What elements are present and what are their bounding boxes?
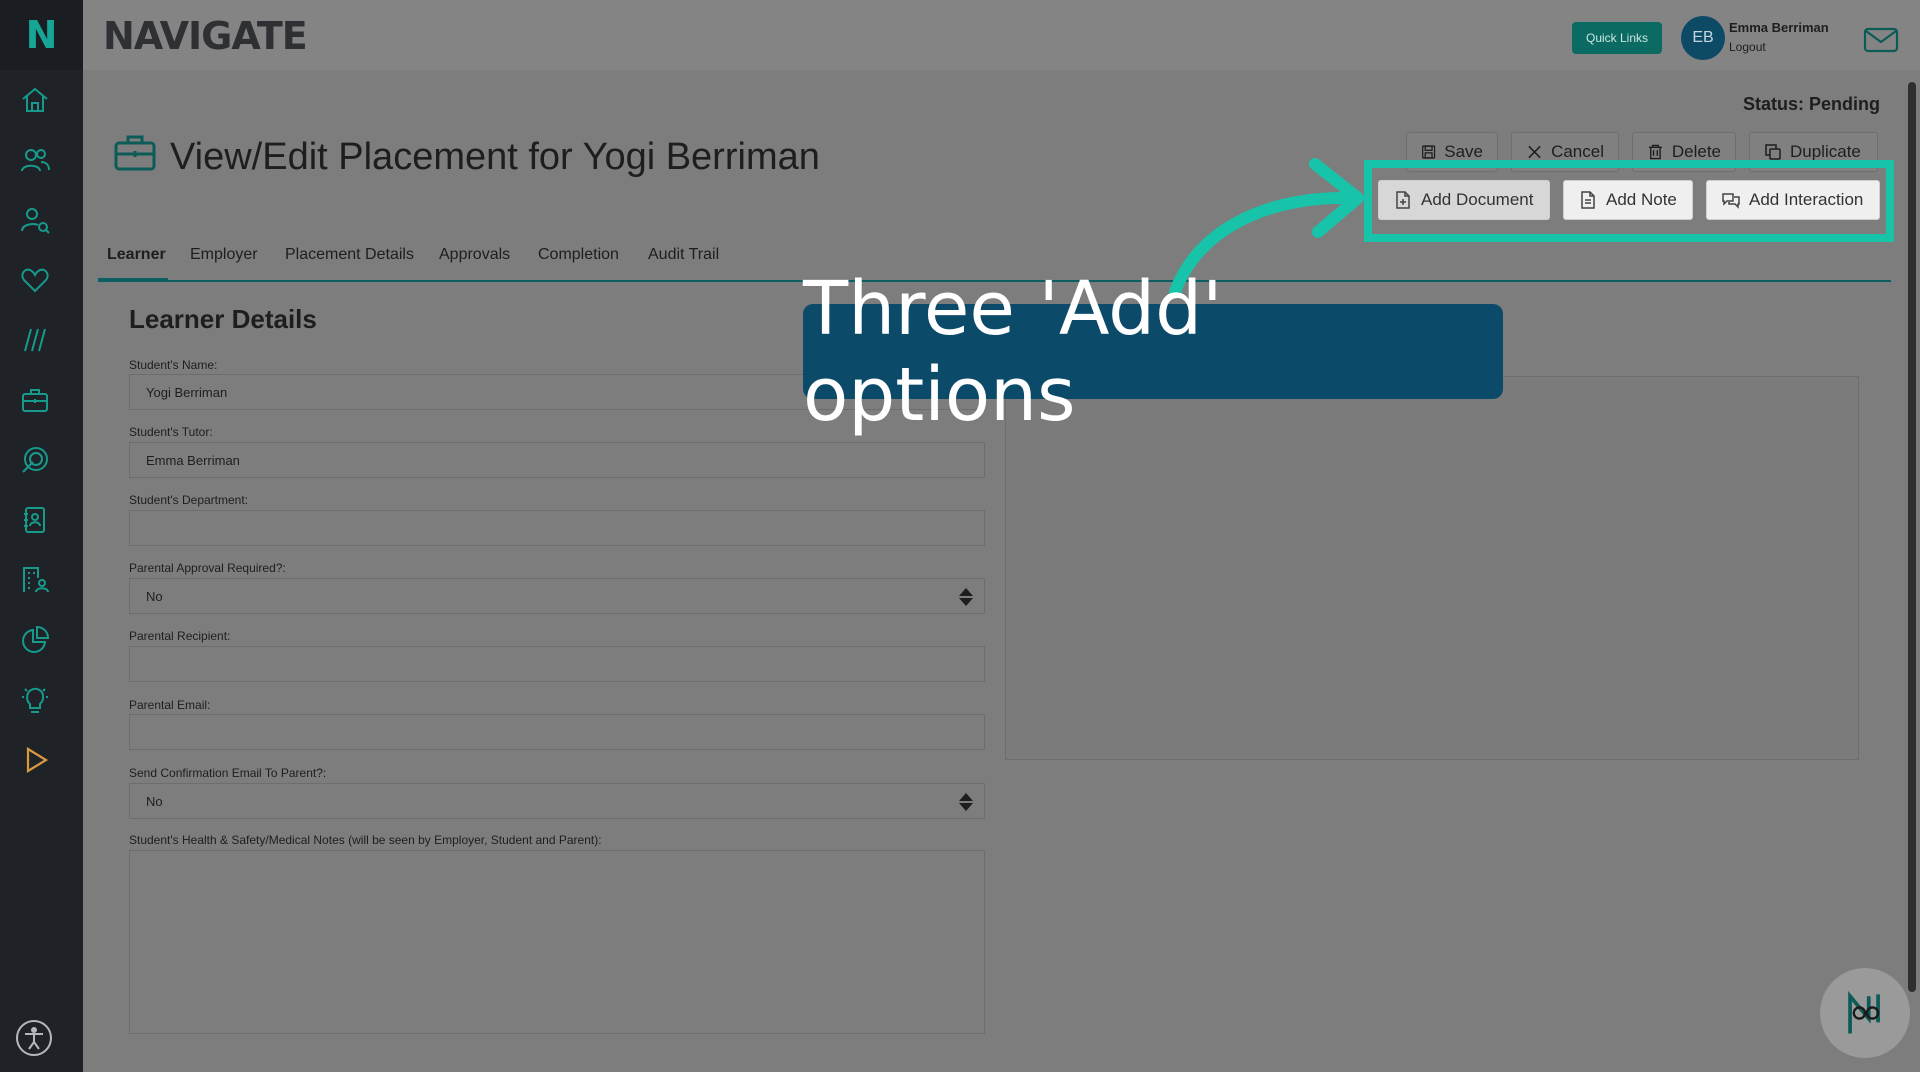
lightbulb-icon[interactable]	[17, 682, 53, 718]
section-title: Learner Details	[129, 304, 317, 334]
status-label: Status: Pending	[1742, 94, 1880, 114]
callout-banner: Three 'Add' options	[803, 266, 1503, 438]
top-bar: NAVIGATE Quick Links EB Emma Berriman Lo…	[83, 0, 1920, 70]
cancel-label: Cancel	[1551, 142, 1604, 161]
user-search-icon[interactable]	[17, 202, 53, 238]
select-arrows-icon	[959, 793, 973, 811]
close-icon	[1528, 145, 1541, 159]
brand-name: NAVIGATE	[103, 14, 308, 58]
tab-placement-details[interactable]: Placement Details	[285, 246, 414, 264]
avatar[interactable]: EB	[1681, 16, 1725, 60]
slashes-icon[interactable]	[17, 322, 53, 358]
page-title: View/Edit Placement for Yogi Berriman	[170, 136, 820, 178]
parental-approval-label: Parental Approval Required?:	[129, 561, 286, 575]
save-icon	[1422, 145, 1436, 159]
user-name: Emma Berriman	[1729, 20, 1829, 35]
tab-completion[interactable]: Completion	[538, 246, 619, 264]
building-user-icon[interactable]	[17, 562, 53, 598]
parental-recipient-field[interactable]	[129, 646, 985, 682]
student-tutor-value: Emma Berriman	[146, 452, 240, 468]
tab-approvals[interactable]: Approvals	[439, 246, 510, 264]
logo-letter: N	[25, 13, 58, 57]
target-icon[interactable]	[17, 442, 53, 478]
logout-link[interactable]: Logout	[1729, 40, 1766, 54]
student-department-field[interactable]	[129, 510, 985, 546]
app-logo[interactable]: N	[0, 0, 83, 70]
health-notes-label: Student's Health & Safety/Medical Notes …	[129, 833, 602, 847]
tab-employer[interactable]: Employer	[190, 246, 258, 264]
select-arrows-icon	[959, 588, 973, 606]
active-tab-indicator	[98, 278, 168, 282]
health-notes-textarea[interactable]	[129, 850, 985, 1034]
brand-logo[interactable]: NAVIGATE	[103, 8, 308, 64]
student-department-label: Student's Department:	[129, 493, 249, 507]
trash-icon	[1648, 144, 1662, 160]
mail-icon[interactable]	[1863, 26, 1899, 54]
student-tutor-label: Student's Tutor:	[129, 425, 213, 439]
parental-approval-select[interactable]: No	[129, 578, 985, 614]
parental-recipient-label: Parental Recipient:	[129, 629, 231, 643]
student-name-label: Student's Name:	[129, 358, 218, 372]
home-icon[interactable]	[17, 82, 53, 118]
parental-approval-value: No	[146, 588, 163, 604]
tab-learner[interactable]: Learner	[107, 246, 166, 264]
callout-text: Three 'Add' options	[803, 265, 1223, 438]
student-name-value: Yogi Berriman	[146, 384, 228, 400]
duplicate-label: Duplicate	[1790, 142, 1861, 161]
heart-icon[interactable]	[17, 262, 53, 298]
send-confirmation-value: No	[146, 793, 163, 809]
play-icon[interactable]	[17, 742, 53, 778]
pie-chart-icon[interactable]	[17, 622, 53, 658]
briefcase-icon	[113, 132, 157, 172]
add-options-highlight	[1364, 160, 1894, 242]
send-confirmation-label: Send Confirmation Email To Parent?:	[129, 766, 327, 780]
student-tutor-field[interactable]: Emma Berriman	[129, 442, 985, 478]
parental-email-field[interactable]	[129, 714, 985, 750]
briefcase-icon[interactable]	[17, 382, 53, 418]
scrollbar-thumb[interactable]	[1908, 82, 1916, 992]
tab-audit-trail[interactable]: Audit Trail	[648, 246, 719, 264]
users-icon[interactable]	[17, 142, 53, 178]
contact-book-icon[interactable]	[17, 502, 53, 538]
sidebar: N	[0, 0, 83, 1072]
send-confirmation-select[interactable]: No	[129, 783, 985, 819]
assistant-icon[interactable]	[1820, 968, 1910, 1058]
save-label: Save	[1444, 142, 1483, 161]
parental-email-label: Parental Email:	[129, 698, 211, 712]
copy-icon	[1765, 144, 1781, 160]
delete-label: Delete	[1671, 142, 1721, 161]
quick-links-button[interactable]: Quick Links	[1572, 22, 1662, 54]
accessibility-icon[interactable]	[14, 1018, 54, 1058]
